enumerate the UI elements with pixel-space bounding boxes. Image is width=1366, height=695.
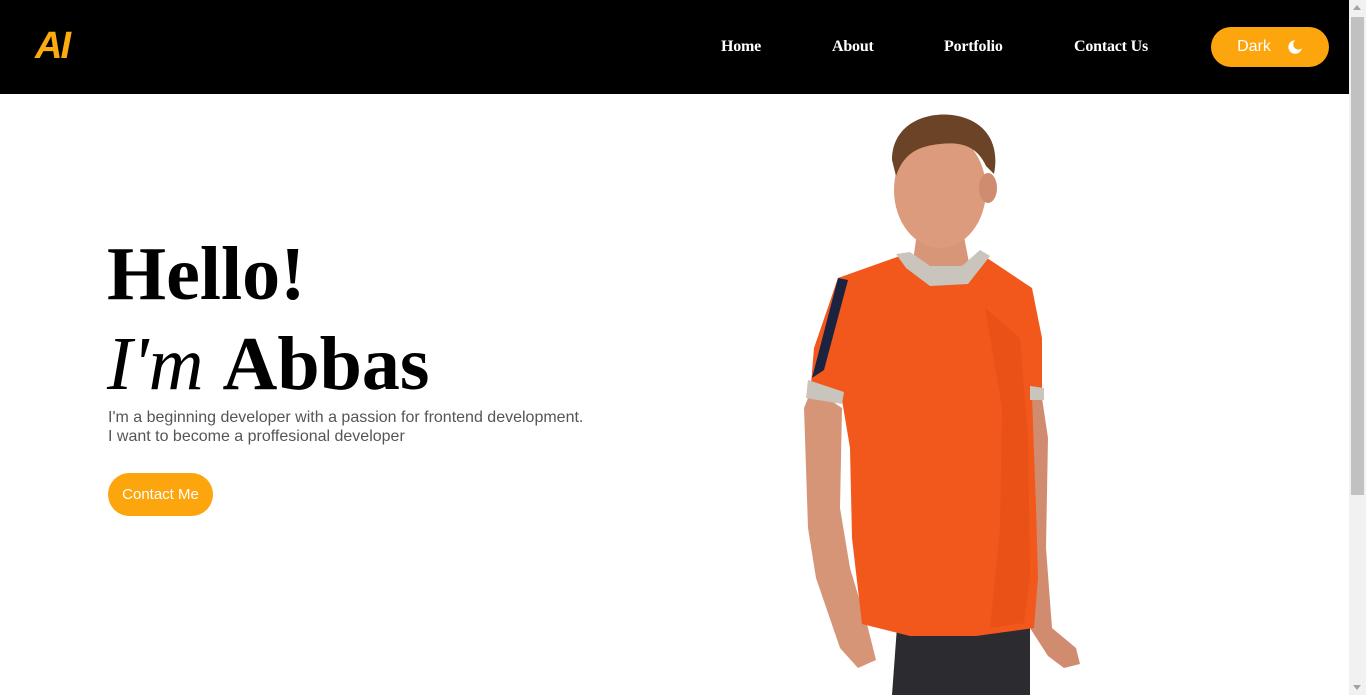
- nav-link-portfolio[interactable]: Portfolio: [944, 36, 1003, 58]
- hero-im: I'm: [107, 322, 204, 406]
- contact-me-button[interactable]: Contact Me: [108, 473, 213, 516]
- dark-mode-toggle[interactable]: Dark: [1211, 27, 1329, 67]
- nav-link-home[interactable]: Home: [721, 36, 761, 58]
- vertical-scrollbar[interactable]: [1349, 0, 1366, 695]
- hero-portrait-image: [804, 114, 1080, 695]
- navbar: AI Home About Portfolio Contact Us Dark: [0, 0, 1349, 94]
- hero-description: I'm a beginning developer with a passion…: [108, 408, 628, 446]
- hero-name: Abbas: [222, 322, 430, 406]
- hero-description-line-2: I want to become a proffesional develope…: [108, 428, 405, 445]
- logo[interactable]: AI: [35, 24, 71, 68]
- scrollbar-thumb[interactable]: [1351, 17, 1364, 495]
- nav-link-contact-us[interactable]: Contact Us: [1074, 36, 1148, 58]
- nav-link-about[interactable]: About: [832, 36, 874, 58]
- dark-mode-label: Dark: [1237, 38, 1271, 55]
- moon-icon: [1288, 40, 1302, 54]
- hero-greeting: Hello!: [107, 232, 306, 316]
- hero-name-line: I'm Abbas: [107, 320, 429, 408]
- scroll-down-arrow-icon[interactable]: [1353, 685, 1361, 690]
- hero-description-line-1: I'm a beginning developer with a passion…: [108, 409, 584, 426]
- scroll-up-arrow-icon[interactable]: [1353, 5, 1361, 10]
